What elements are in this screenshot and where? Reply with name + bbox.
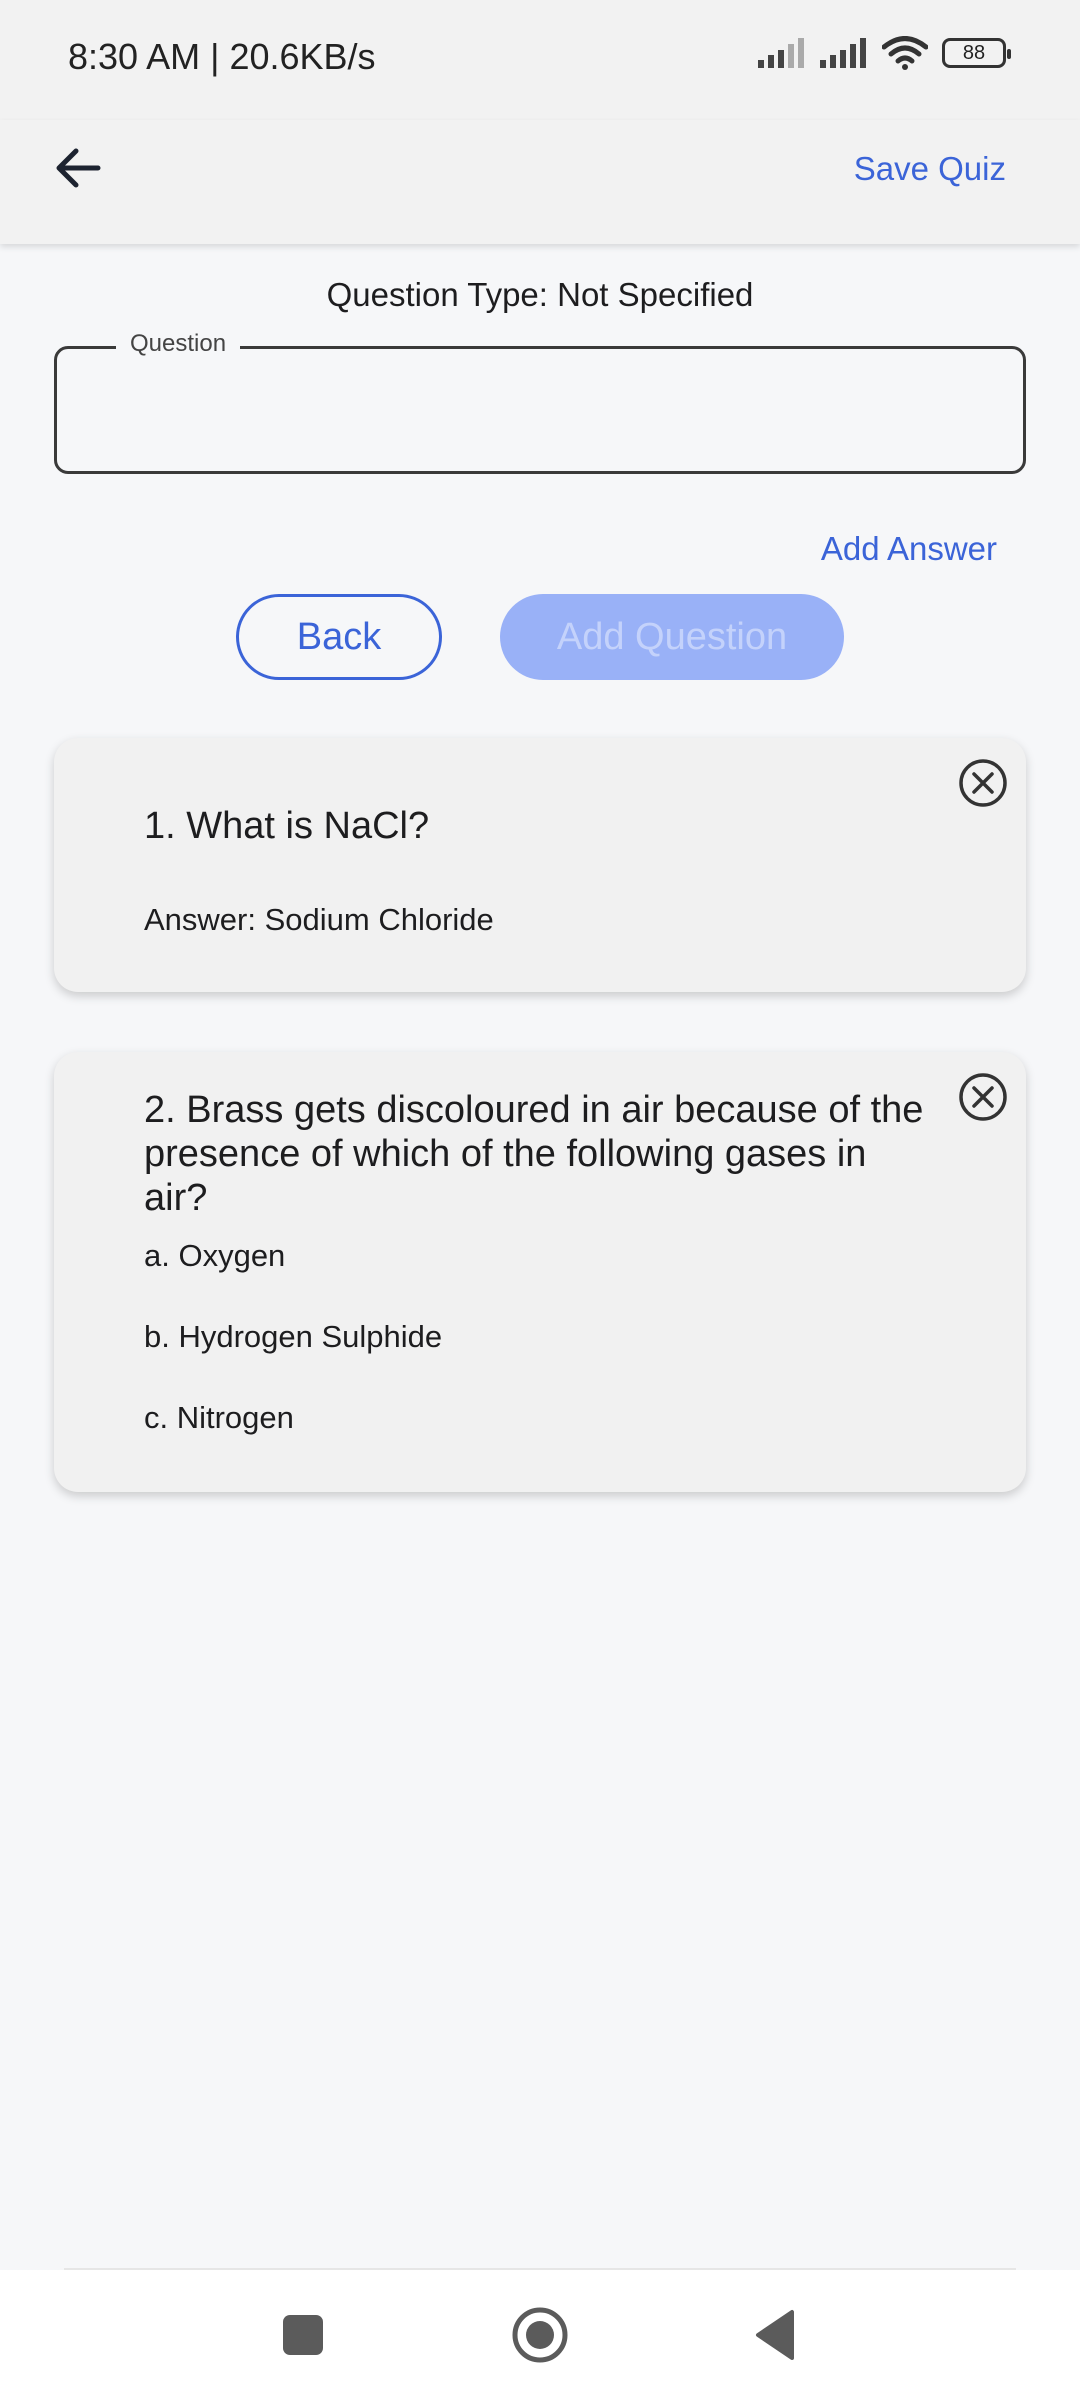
question-answer: Answer: Sodium Chloride (144, 902, 494, 937)
close-circle-icon[interactable] (958, 1072, 1008, 1122)
recents-icon[interactable] (283, 2315, 323, 2355)
wifi-icon (882, 36, 928, 70)
question-card: 2. Brass gets discoloured in air because… (54, 1052, 1026, 1492)
add-question-button[interactable]: Add Question (500, 594, 844, 680)
battery-icon: 88 (942, 38, 1011, 68)
answer-option: a. Oxygen (144, 1238, 286, 1273)
arrow-left-icon[interactable] (50, 140, 106, 196)
home-icon[interactable] (511, 2306, 569, 2364)
status-time: 8:30 AM | 20.6KB/s (68, 36, 376, 77)
question-type-label: Question Type: Not Specified (326, 276, 754, 313)
back-icon[interactable] (754, 2308, 796, 2362)
battery-level: 88 (962, 41, 986, 64)
answer-option: b. Hydrogen Sulphide (144, 1319, 443, 1354)
question-title: 1. What is NaCl? (144, 805, 430, 847)
add-answer-button[interactable]: Add Answer (821, 530, 997, 568)
status-icons: 88 (758, 36, 1011, 70)
question-input[interactable] (54, 346, 1026, 474)
signal-icon (758, 38, 804, 68)
back-button[interactable]: Back (236, 594, 442, 680)
save-quiz-button[interactable]: Save Quiz (854, 150, 1006, 188)
question-title: 2. Brass gets discoloured in air because… (144, 1089, 924, 1219)
question-card: 1. What is NaCl? Answer: Sodium Chloride (54, 738, 1026, 992)
answer-option: c. Nitrogen (144, 1400, 294, 1435)
signal-icon (820, 38, 866, 68)
close-circle-icon[interactable] (958, 758, 1008, 808)
question-field-label: Question (116, 330, 241, 358)
